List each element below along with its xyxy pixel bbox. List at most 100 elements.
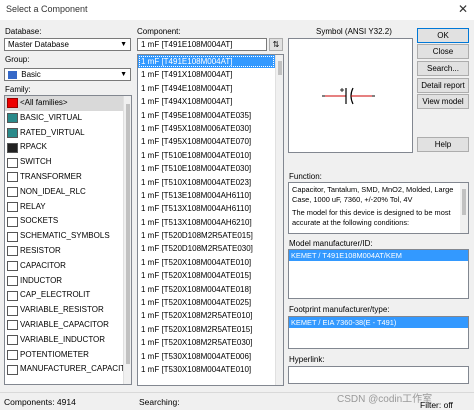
component-list-item[interactable]: 1 mF [T491E108M004AT] <box>138 55 275 69</box>
family-item[interactable]: RATED_VIRTUAL <box>5 126 131 141</box>
model-manufacturer-selected[interactable]: KEMET / T491E108M004AT/KEM <box>289 250 468 261</box>
component-count: Components: 4914 <box>4 397 76 407</box>
component-list-item[interactable]: 1 mF [T520X108M004ATE010] <box>138 256 275 269</box>
family-list[interactable]: <All families> BASIC_VIRTUAL RATED_VIRTUAL… <box>4 95 132 385</box>
family-item[interactable]: NON_IDEAL_RLC <box>5 185 131 200</box>
all-families-icon <box>7 98 18 109</box>
capacitor-symbol-icon <box>322 87 375 105</box>
family-item-label: BASIC_VIRTUAL <box>20 112 83 122</box>
component-list-item[interactable]: 1 mF [T494E108M004AT] <box>138 82 275 95</box>
family-item-label: RPACK <box>20 142 47 152</box>
family-item[interactable]: TRANSFORMER <box>5 170 131 185</box>
component-list-item[interactable]: 1 mF [T510X108M004ATE023] <box>138 176 275 189</box>
family-item[interactable]: CAPACITOR <box>5 259 131 274</box>
group-icon <box>8 70 17 79</box>
family-item[interactable]: SWITCH <box>5 155 131 170</box>
footprint-manufacturer-list[interactable]: KEMET / EIA 7360-38(E - T491) <box>288 316 469 349</box>
family-item[interactable]: VARIABLE_RESISTOR <box>5 303 131 318</box>
family-item[interactable]: VARIABLE_INDUCTOR <box>5 333 131 348</box>
component-list-item[interactable]: 1 mF [T520X108M2R5ATE015] <box>138 323 275 336</box>
family-item[interactable]: INDUCTOR <box>5 274 131 289</box>
sockets-icon <box>7 216 18 227</box>
component-scrollbar[interactable] <box>275 55 283 385</box>
symbol-preview <box>288 38 413 153</box>
component-list-item[interactable]: 1 mF [T495X108M006ATE030] <box>138 122 275 135</box>
footprint-manufacturer-label: Footprint manufacturer/type: <box>289 305 390 314</box>
component-list-item[interactable]: 1 mF [T520X108M004ATE025] <box>138 296 275 309</box>
non-ideal-rlc-icon <box>7 187 18 198</box>
variable-inductor-icon <box>7 335 18 346</box>
component-list-item[interactable]: 1 mF [T513X108M004AH6210] <box>138 216 275 229</box>
family-item[interactable]: MANUFACTURER_CAPACIT <box>5 362 131 377</box>
chevron-down-icon: ▼ <box>120 41 127 48</box>
family-item[interactable]: SOCKETS <box>5 214 131 229</box>
family-item-label: CAPACITOR <box>20 260 66 270</box>
help-button[interactable]: Help <box>417 137 469 152</box>
family-item-label: VARIABLE_INDUCTOR <box>20 334 106 344</box>
close-icon[interactable]: ✕ <box>458 2 468 16</box>
component-list-item[interactable]: 1 mF [T513E108M004AH6110] <box>138 189 275 202</box>
component-list-item[interactable]: 1 mF [T520X108M2R5ATE030] <box>138 336 275 349</box>
hyperlink-label: Hyperlink: <box>289 355 325 364</box>
hyperlink-field[interactable] <box>288 366 469 384</box>
footprint-manufacturer-selected[interactable]: KEMET / EIA 7360-38(E - T491) <box>289 317 468 328</box>
family-item[interactable]: BASIC_VIRTUAL <box>5 111 131 126</box>
family-item-label: TRANSFORMER <box>20 171 82 181</box>
family-item-label: INDUCTOR <box>20 275 63 285</box>
family-item-label: NON_IDEAL_RLC <box>20 186 86 196</box>
family-item[interactable]: SCHEMATIC_SYMBOLS <box>5 229 131 244</box>
relay-icon <box>7 201 18 212</box>
component-list-item[interactable]: 1 mF [T520X108M004ATE015] <box>138 269 275 282</box>
switch-icon <box>7 157 18 168</box>
function-scrollbar[interactable] <box>460 183 468 233</box>
family-item-label: MANUFACTURER_CAPACIT <box>20 364 126 374</box>
component-list-item[interactable]: 1 mF [T530X108M004ATE006] <box>138 350 275 363</box>
view-model-button[interactable]: View model <box>417 94 469 109</box>
component-label: Component: <box>137 27 181 36</box>
component-list-item[interactable]: 1 mF [T510E108M004ATE010] <box>138 149 275 162</box>
family-item[interactable]: POTENTIOMETER <box>5 348 131 363</box>
component-input[interactable]: 1 mF [T491E108M004AT] <box>137 38 267 51</box>
rpack-icon <box>7 142 18 153</box>
basic-virtual-icon <box>7 113 18 124</box>
family-item[interactable]: RELAY <box>5 200 131 215</box>
component-list-item[interactable]: 1 mF [T513X108M004AH6110] <box>138 202 275 215</box>
transformer-icon <box>7 172 18 183</box>
rated-virtual-icon <box>7 127 18 138</box>
component-list-item[interactable]: 1 mF [T520D108M2R5ATE030] <box>138 242 275 255</box>
family-scrollbar[interactable] <box>123 96 131 384</box>
family-item-label: CAP_ELECTROLIT <box>20 290 91 300</box>
model-manufacturer-label: Model manufacturer/ID: <box>289 239 373 248</box>
component-list-item[interactable]: 1 mF [T530X108M004ATE010] <box>138 363 275 376</box>
database-label: Database: <box>5 27 42 36</box>
search-button[interactable]: Search... <box>417 61 469 76</box>
title-bar: Select a Component ✕ <box>0 0 474 20</box>
close-button[interactable]: Close <box>417 44 469 59</box>
family-item[interactable]: VARIABLE_CAPACITOR <box>5 318 131 333</box>
database-select[interactable]: Master Database ▼ <box>4 38 131 51</box>
family-item[interactable]: RPACK <box>5 140 131 155</box>
group-select[interactable]: Basic ▼ <box>4 68 131 81</box>
function-textbox[interactable]: Capacitor, Tantalum, SMD, MnO2, Molded, … <box>288 182 469 234</box>
component-list-item[interactable]: 1 mF [T520D108M2R5ATE015] <box>138 229 275 242</box>
family-item-label: RELAY <box>20 201 46 211</box>
component-list-item[interactable]: 1 mF [T495E108M004ATE035] <box>138 109 275 122</box>
ok-button[interactable]: OK <box>417 28 469 43</box>
detail-report-button[interactable]: Detail report <box>417 78 469 93</box>
family-item-label: <All families> <box>20 98 68 107</box>
family-item[interactable]: CAP_ELECTROLIT <box>5 288 131 303</box>
family-item[interactable]: RESISTOR <box>5 244 131 259</box>
component-list-item[interactable]: 1 mF [T494X108M004AT] <box>138 95 275 108</box>
filter-button[interactable]: ⇅ <box>269 38 283 51</box>
component-list-item[interactable]: 1 mF [T495X108M004ATE070] <box>138 135 275 148</box>
database-value: Master Database <box>8 40 69 49</box>
function-label: Function: <box>289 172 322 181</box>
component-list[interactable]: 1 mF [T491E108M004AT] 1 mF [T491X108M004A… <box>137 54 284 386</box>
component-list-item[interactable]: 1 mF [T491X108M004AT] <box>138 68 275 81</box>
variable-capacitor-icon <box>7 320 18 331</box>
model-manufacturer-list[interactable]: KEMET / T491E108M004AT/KEM <box>288 249 469 299</box>
component-list-item[interactable]: 1 mF [T520X108M004ATE018] <box>138 283 275 296</box>
family-item[interactable]: <All families> <box>5 96 131 111</box>
component-list-item[interactable]: 1 mF [T510E108M004ATE030] <box>138 162 275 175</box>
component-list-item[interactable]: 1 mF [T520X108M2R5ATE010] <box>138 309 275 322</box>
